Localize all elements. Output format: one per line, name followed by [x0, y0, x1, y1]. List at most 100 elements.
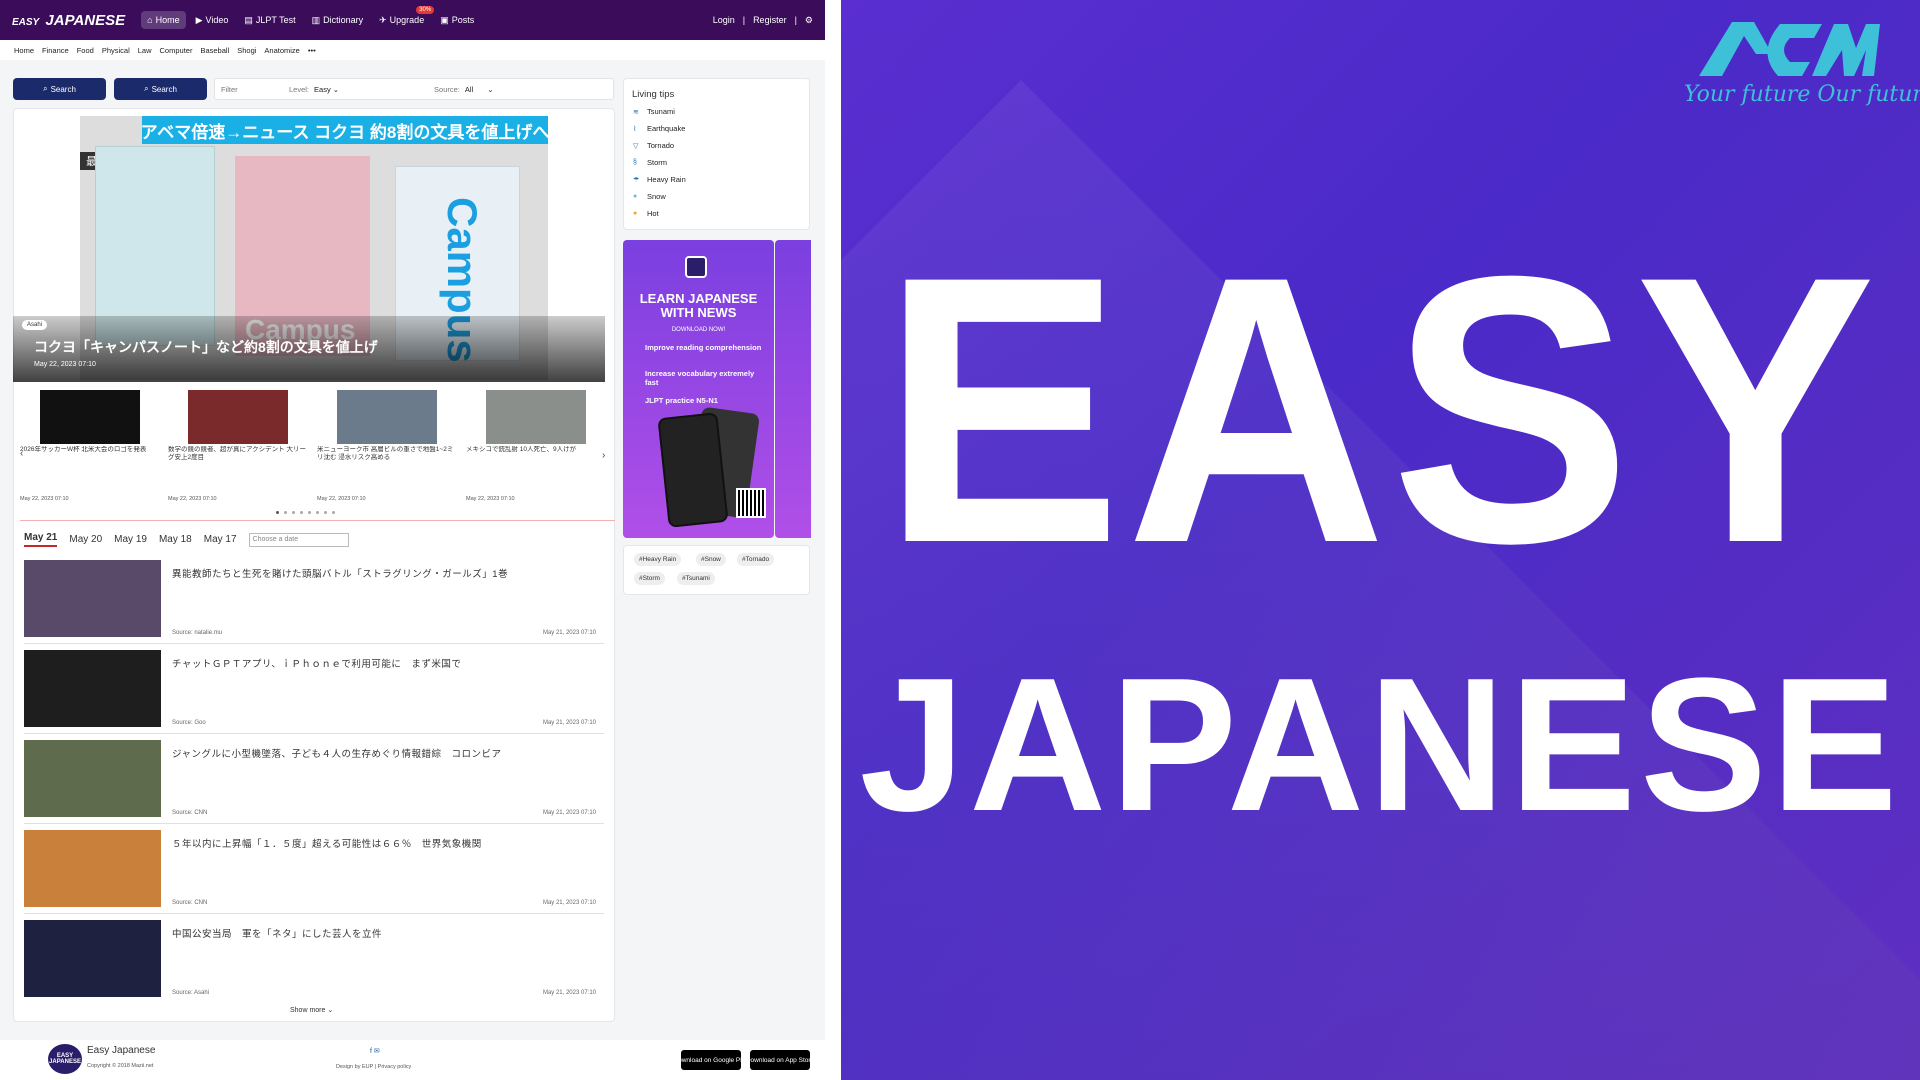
- chevron-right-icon[interactable]: ›: [602, 450, 605, 461]
- search-button-label: Search: [151, 84, 177, 94]
- facebook-icon[interactable]: f: [370, 1048, 372, 1055]
- show-more-button[interactable]: Show more ⌄: [290, 1006, 333, 1014]
- tab-may-20[interactable]: May 20: [69, 534, 102, 545]
- separator: |: [742, 15, 746, 25]
- nav-dictionary-label: Dictionary: [323, 15, 364, 25]
- search-icon: ⌕: [144, 84, 149, 93]
- qr-code-icon: [736, 488, 766, 518]
- book-icon: ▥: [311, 14, 321, 25]
- nav-jlpt[interactable]: ▤ JLPT Test: [238, 11, 301, 30]
- footer-design-credit[interactable]: Design by EUP | Privacy policy: [336, 1064, 411, 1070]
- google-play-button[interactable]: Download on Google Play: [673, 1050, 749, 1070]
- tag-heavy-rain[interactable]: #Heavy Rain: [634, 553, 682, 566]
- easy-japanese-site: EASY JAPANESE ⌂ Home ▶ Video ▤ JLPT Test ▥ D…: [0, 0, 825, 1080]
- tab-may-17[interactable]: May 17: [204, 534, 237, 545]
- news-date: May 21, 2023 07:10: [542, 990, 596, 996]
- carousel-item[interactable]: メキシコで銃乱射 10人死亡、9人けが May 22, 2023 07:10: [466, 390, 606, 502]
- level-select[interactable]: Easy ⌄: [314, 85, 434, 94]
- news-item[interactable]: 中国公安当局 軍を「ネタ」にした芸人を立件 Source: Asahi May …: [24, 920, 604, 1004]
- app-promo-banner[interactable]: LEARN JAPANESE WITH NEWS DOWNLOAD NOW! I…: [623, 240, 774, 538]
- search-row: ⌕ Search ⌕ Search: [13, 78, 207, 100]
- brand-logo[interactable]: EASY JAPANESE: [12, 12, 125, 29]
- chevron-left-icon[interactable]: ‹: [20, 448, 23, 459]
- app-store-button[interactable]: Download on App Store: [746, 1050, 814, 1070]
- register-link[interactable]: Register: [753, 15, 787, 25]
- carousel-title: メキシコで銃乱射 10人死亡、9人けが: [466, 446, 577, 453]
- news-source: Source: CNN: [172, 900, 208, 906]
- category-item[interactable]: Computer: [160, 46, 193, 55]
- nav-dictionary[interactable]: ▥ Dictionary: [306, 11, 370, 30]
- carousel-image: [40, 390, 140, 444]
- mail-icon[interactable]: ✉: [374, 1048, 380, 1055]
- tip-storm[interactable]: § Storm: [633, 158, 667, 167]
- category-item[interactable]: Shogi: [237, 46, 256, 55]
- news-item[interactable]: ５年以内に上昇幅「１．５度」超える可能性は６６％ 世界気象機関 Source: …: [24, 830, 604, 914]
- news-date: May 21, 2023 07:10: [542, 810, 596, 816]
- category-item[interactable]: Law: [138, 46, 152, 55]
- news-title: チャットＧＰＴアプリ、ｉＰｈｏｎｅで利用可能に まず米国で: [172, 659, 462, 670]
- category-item[interactable]: Physical: [102, 46, 130, 55]
- nav-home[interactable]: ⌂ Home: [141, 11, 186, 29]
- acm-logo-block: Your future Our future: [1684, 14, 1920, 107]
- carousel-dot[interactable]: [332, 511, 335, 514]
- more-categories-icon[interactable]: •••: [308, 46, 316, 55]
- nav-upgrade[interactable]: ✈ Upgrade 30%: [373, 5, 435, 30]
- tag-snow[interactable]: #Snow: [696, 553, 726, 566]
- hero-title[interactable]: コクヨ「キャンパスノート」など約8割の文具を値上げ: [34, 337, 378, 357]
- carousel-dot[interactable]: [292, 511, 295, 514]
- ad-heading: LEARN JAPANESE WITH NEWS: [639, 291, 758, 321]
- category-item[interactable]: Finance: [42, 46, 69, 55]
- category-item[interactable]: Home: [14, 46, 34, 55]
- search-button-secondary[interactable]: ⌕ Search: [114, 78, 207, 100]
- carousel-dot[interactable]: [308, 511, 311, 514]
- tip-earthquake[interactable]: ⌇ Earthquake: [633, 124, 685, 133]
- title-japanese: JAPANESE: [859, 639, 1902, 851]
- nav-video[interactable]: ▶ Video: [190, 11, 235, 30]
- category-item[interactable]: Baseball: [200, 46, 229, 55]
- carousel-item[interactable]: 数学の競の競者、超が真にアクシデント 大リーグ安上2度目 May 22, 202…: [168, 390, 308, 502]
- brand-main: JAPANESE: [45, 11, 126, 29]
- image-icon: ▣: [440, 14, 449, 25]
- news-item[interactable]: チャットＧＰＴアプリ、ｉＰｈｏｎｅで利用可能に まず米国で Source: Go…: [24, 650, 604, 734]
- date-picker-input[interactable]: Choose a date: [248, 532, 349, 547]
- tag-tornado[interactable]: #Tornado: [737, 553, 775, 566]
- carousel-item[interactable]: 米ニューヨーク市 高層ビルの重さで地盤1~2ミリ沈む 浸水リスク高める May …: [317, 390, 457, 502]
- tab-may-18[interactable]: May 18: [159, 534, 192, 545]
- tab-may-21[interactable]: May 21: [24, 532, 58, 547]
- carousel-dot[interactable]: [276, 511, 279, 514]
- tab-may-19[interactable]: May 19: [114, 534, 147, 545]
- tsunami-icon: ≋: [633, 108, 639, 116]
- carousel-dot[interactable]: [284, 511, 287, 514]
- tip-heavy-rain[interactable]: ☂ Heavy Rain: [633, 175, 686, 184]
- source-select[interactable]: All ⌄: [465, 85, 494, 94]
- filter-input[interactable]: Filter: [221, 85, 287, 94]
- footer-logo[interactable]: EASY JAPANESE: [48, 1044, 82, 1074]
- carousel-dot[interactable]: [324, 511, 327, 514]
- carousel-dot[interactable]: [300, 511, 303, 514]
- rocket-icon: ✈: [379, 14, 387, 25]
- news-item[interactable]: ジャングルに小型機墜落、子ども４人の生存めぐり情報錯綜 コロンビア Source…: [24, 740, 604, 824]
- category-item[interactable]: Anatomize: [264, 46, 299, 55]
- tip-tsunami[interactable]: ≋ Tsunami: [633, 107, 675, 116]
- category-item[interactable]: Food: [77, 46, 94, 55]
- tag-tsunami[interactable]: #Tsunami: [677, 572, 715, 585]
- tip-label: Tsunami: [647, 107, 675, 116]
- carousel-item[interactable]: 2026年サッカーW杯 北米大会のロゴを発表 May 22, 2023 07:1…: [20, 390, 160, 502]
- auth-links: Login | Register | ⚙: [713, 15, 813, 26]
- top-navbar: EASY JAPANESE ⌂ Home ▶ Video ▤ JLPT Test ▥ D…: [0, 0, 825, 40]
- tip-tornado[interactable]: ▽ Tornado: [633, 141, 674, 150]
- nav-posts[interactable]: ▣ Posts: [434, 11, 480, 30]
- tag-storm[interactable]: #Storm: [634, 572, 665, 585]
- carousel-date: May 22, 2023 07:10: [317, 496, 366, 502]
- app-promo-banner-next[interactable]: [775, 240, 811, 538]
- news-item[interactable]: 異能教師たちと生死を賭けた頭脳バトル「ストラグリング・ガールズ」1巻 Sourc…: [24, 560, 604, 644]
- tip-snow[interactable]: ● Snow: [633, 192, 666, 201]
- carousel-dot[interactable]: [316, 511, 319, 514]
- search-button-primary[interactable]: ⌕ Search: [13, 78, 106, 100]
- gear-icon[interactable]: ⚙: [805, 15, 813, 26]
- tip-hot[interactable]: ● Hot: [633, 209, 659, 218]
- login-link[interactable]: Login: [713, 15, 735, 25]
- carousel-title: 米ニューヨーク市 高層ビルの重さで地盤1~2ミリ沈む 浸水リスク高める: [317, 446, 454, 462]
- carousel-image: [486, 390, 586, 444]
- news-source: Source: natalie.mu: [172, 630, 223, 636]
